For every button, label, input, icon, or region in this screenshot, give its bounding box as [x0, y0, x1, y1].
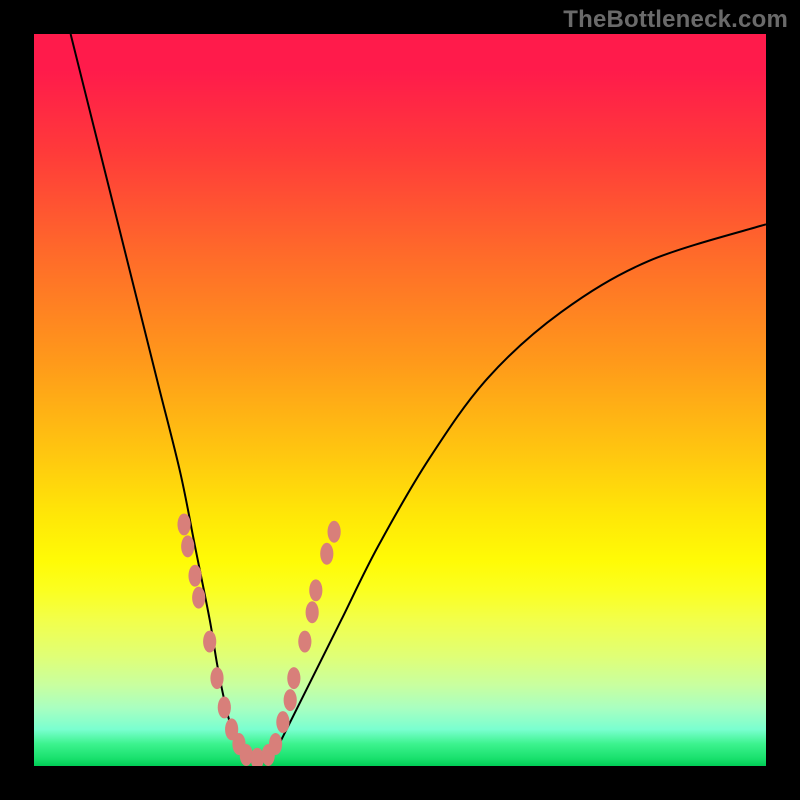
- data-bead: [287, 667, 300, 689]
- data-bead: [188, 565, 201, 587]
- data-bead: [218, 696, 231, 718]
- data-bead: [276, 711, 289, 733]
- data-bead: [306, 601, 319, 623]
- data-bead: [320, 543, 333, 565]
- data-bead: [181, 535, 194, 557]
- data-bead: [203, 631, 216, 653]
- data-bead: [269, 733, 282, 755]
- data-bead: [328, 521, 341, 543]
- data-bead: [284, 689, 297, 711]
- data-bead: [309, 579, 322, 601]
- data-bead: [240, 744, 253, 766]
- data-bead: [192, 587, 205, 609]
- data-bead: [177, 513, 190, 535]
- chart-canvas: TheBottleneck.com: [0, 0, 800, 800]
- plot-area: [34, 34, 766, 766]
- data-bead: [298, 631, 311, 653]
- curve-right-branch: [276, 224, 766, 751]
- bottleneck-curve: [34, 34, 766, 766]
- data-beads: [177, 513, 340, 766]
- watermark-text: TheBottleneck.com: [563, 6, 788, 34]
- data-bead: [210, 667, 223, 689]
